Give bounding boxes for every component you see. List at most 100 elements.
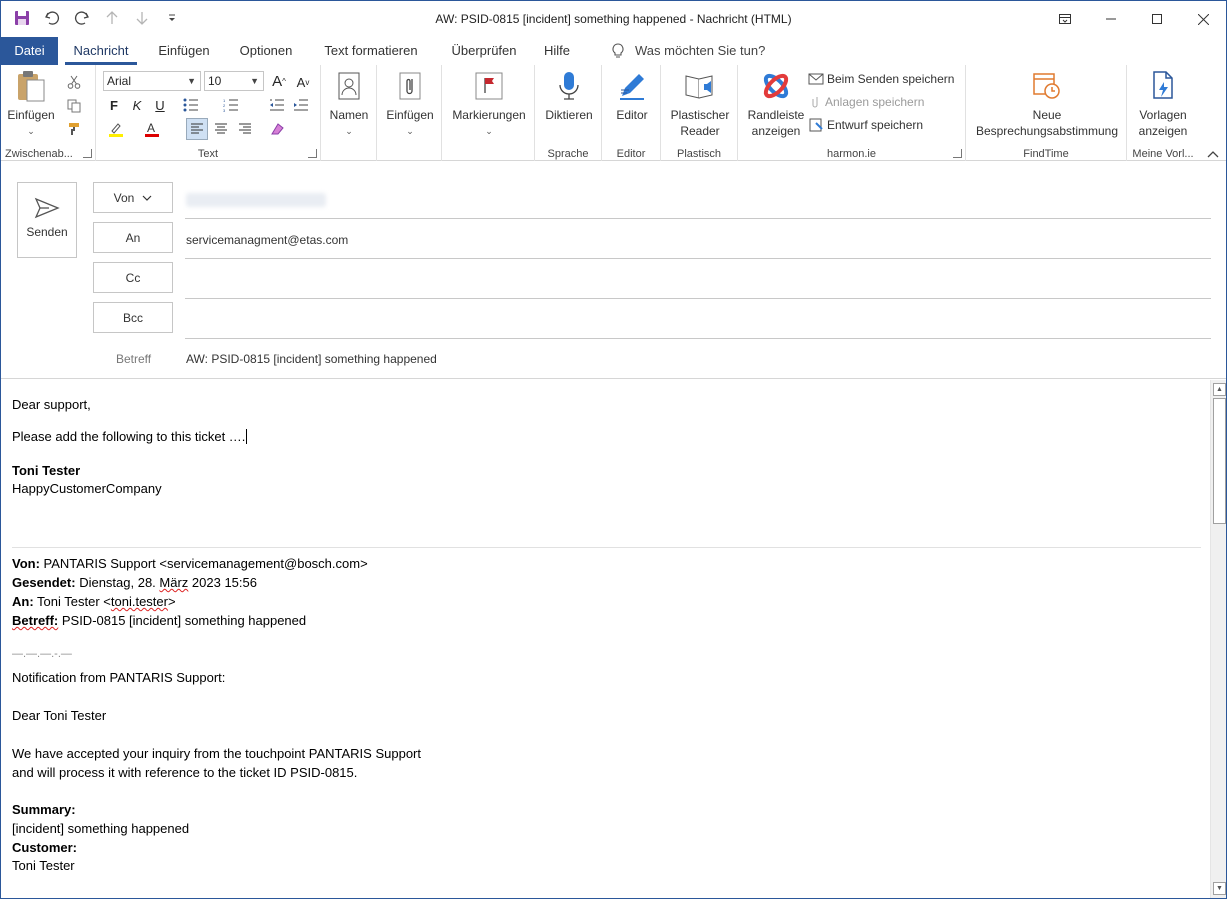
- group-editor: Editor Editor: [602, 65, 661, 161]
- save-draft-button[interactable]: Entwurf speichern: [808, 118, 923, 132]
- window-controls: [1042, 1, 1226, 37]
- editor-pen-icon: [615, 69, 649, 103]
- findtime-label-1: Neue: [1032, 108, 1062, 122]
- shrink-font-icon[interactable]: Av: [292, 71, 314, 93]
- clipboard-launcher[interactable]: [83, 149, 92, 158]
- highlight-icon[interactable]: [105, 118, 127, 140]
- bcc-button[interactable]: Bcc: [93, 302, 173, 333]
- from-label: Von: [113, 190, 135, 205]
- to-button[interactable]: An: [93, 222, 173, 253]
- paste-label: Einfügen: [7, 108, 55, 122]
- font-size-value: 10: [208, 74, 222, 88]
- font-color-icon[interactable]: A: [141, 118, 163, 140]
- minimize-button[interactable]: [1088, 1, 1134, 37]
- names-button[interactable]: Namen ⌄: [325, 69, 373, 139]
- send-button[interactable]: Senden: [17, 182, 77, 258]
- ribbon-display-options-button[interactable]: [1042, 1, 1088, 37]
- group-text: Arial ▼ 10 ▼ A ^ Av F K U 123 A Text: [96, 65, 321, 161]
- names-label: Namen: [329, 108, 369, 122]
- send-label: Senden: [26, 225, 68, 239]
- quote-sent-month: März: [159, 575, 189, 590]
- attach-button[interactable]: Einfügen ⌄: [383, 69, 437, 139]
- tab-review[interactable]: Überprüfen: [441, 37, 527, 65]
- chevron-down-icon: [142, 195, 152, 201]
- maximize-button[interactable]: [1134, 1, 1180, 37]
- view-templates-button[interactable]: Vorlagen anzeigen: [1129, 69, 1197, 139]
- underline-button[interactable]: U: [149, 94, 171, 116]
- group-label-harmonie: harmon.ie: [827, 148, 876, 160]
- attachment-save-icon: [812, 97, 818, 108]
- align-left-icon[interactable]: [186, 118, 208, 140]
- signature-name: Toni Tester: [12, 463, 81, 478]
- align-center-icon[interactable]: [210, 118, 232, 140]
- subject-label: Betreff: [116, 352, 152, 366]
- quote-from: Von: PANTARIS Support <servicemanagement…: [12, 556, 368, 571]
- clear-formatting-icon[interactable]: [266, 118, 288, 140]
- show-sidebar-button[interactable]: Randleiste anzeigen: [742, 69, 810, 139]
- divider-text: —.—.—.-.—: [12, 648, 72, 660]
- tags-button[interactable]: Markierungen ⌄: [446, 69, 532, 139]
- paperclip-icon: [393, 69, 427, 103]
- increase-indent-icon[interactable]: [290, 94, 312, 116]
- cut-icon[interactable]: [63, 71, 85, 93]
- editor-button[interactable]: Editor: [606, 69, 658, 123]
- subject-field[interactable]: AW: PSID-0815 [incident] something happe…: [186, 352, 437, 366]
- scroll-thumb[interactable]: [1213, 398, 1226, 524]
- draft-save-icon: [809, 118, 823, 132]
- harmonie-launcher[interactable]: [953, 149, 962, 158]
- save-on-send-label: Beim Senden speichern: [827, 72, 955, 86]
- bold-button[interactable]: F: [103, 94, 125, 116]
- decrease-indent-icon[interactable]: [266, 94, 288, 116]
- collapse-ribbon-icon[interactable]: [1207, 147, 1219, 161]
- format-painter-icon[interactable]: [63, 118, 85, 140]
- save-attachments-button[interactable]: Anlagen speichern: [808, 95, 924, 109]
- align-right-icon[interactable]: [234, 118, 256, 140]
- text-caret: [246, 429, 248, 444]
- paste-button[interactable]: Einfügen ⌄: [7, 69, 55, 139]
- quote-from-value: PANTARIS Support <servicemanagement@bosc…: [39, 556, 368, 571]
- tab-format-text[interactable]: Text formatieren: [315, 37, 427, 65]
- font-family-select[interactable]: Arial ▼: [103, 71, 201, 91]
- accepted-line-2: and will process it with reference to th…: [12, 765, 358, 780]
- font-size-select[interactable]: 10 ▼: [204, 71, 264, 91]
- scroll-down-arrow[interactable]: ▼: [1213, 882, 1226, 895]
- tell-me-text: Was möchten Sie tun?: [635, 43, 766, 58]
- italic-button[interactable]: K: [126, 94, 148, 116]
- group-include: Einfügen ⌄: [377, 65, 442, 161]
- bcc-field[interactable]: [185, 338, 1211, 339]
- message-body[interactable]: Dear support, Please add the following t…: [1, 380, 1209, 898]
- vertical-scrollbar[interactable]: ▲ ▼: [1210, 380, 1226, 898]
- grow-font-icon[interactable]: A ^: [268, 70, 290, 92]
- bullets-icon[interactable]: [180, 94, 202, 116]
- cc-button[interactable]: Cc: [93, 262, 173, 293]
- group-names: Namen ⌄: [321, 65, 377, 161]
- close-button[interactable]: [1180, 1, 1226, 37]
- text-launcher[interactable]: [308, 149, 317, 158]
- quote-from-label: Von:: [12, 556, 40, 571]
- numbering-icon[interactable]: 123: [220, 94, 242, 116]
- body-request-line: Please add the following to this ticket …: [12, 429, 248, 444]
- tab-insert[interactable]: Einfügen: [151, 37, 217, 65]
- scroll-up-arrow[interactable]: ▲: [1213, 383, 1226, 396]
- tab-message[interactable]: Nachricht: [65, 37, 137, 65]
- group-harmonie: Randleiste anzeigen Beim Senden speicher…: [738, 65, 966, 161]
- immersive-reader-button[interactable]: Plastischer Reader: [665, 69, 735, 139]
- save-on-send-button[interactable]: Beim Senden speichern: [808, 72, 954, 86]
- clipboard-icon: [14, 69, 48, 103]
- copy-icon[interactable]: [63, 95, 85, 117]
- tab-help[interactable]: Hilfe: [537, 37, 577, 65]
- quote-sent-time: 2023 15:56: [188, 575, 257, 590]
- cc-field[interactable]: [185, 298, 1211, 299]
- sidebar-label-1: Randleiste: [747, 108, 805, 122]
- to-field[interactable]: servicemanagment@etas.com: [186, 233, 348, 247]
- tab-options[interactable]: Optionen: [231, 37, 301, 65]
- quote-to-address: toni.tester: [110, 594, 168, 609]
- new-meeting-poll-button[interactable]: Neue Besprechungsabstimmung: [970, 69, 1124, 139]
- tab-file[interactable]: Datei: [1, 37, 58, 65]
- tell-me-search[interactable]: Was möchten Sie tun?: [611, 37, 765, 65]
- accepted-line-1: We have accepted your inquiry from the t…: [12, 746, 421, 761]
- templates-icon: [1146, 69, 1180, 103]
- group-templates: Vorlagen anzeigen Meine Vorl...: [1127, 65, 1199, 161]
- dictate-button[interactable]: Diktieren: [539, 69, 599, 123]
- from-button[interactable]: Von: [93, 182, 173, 213]
